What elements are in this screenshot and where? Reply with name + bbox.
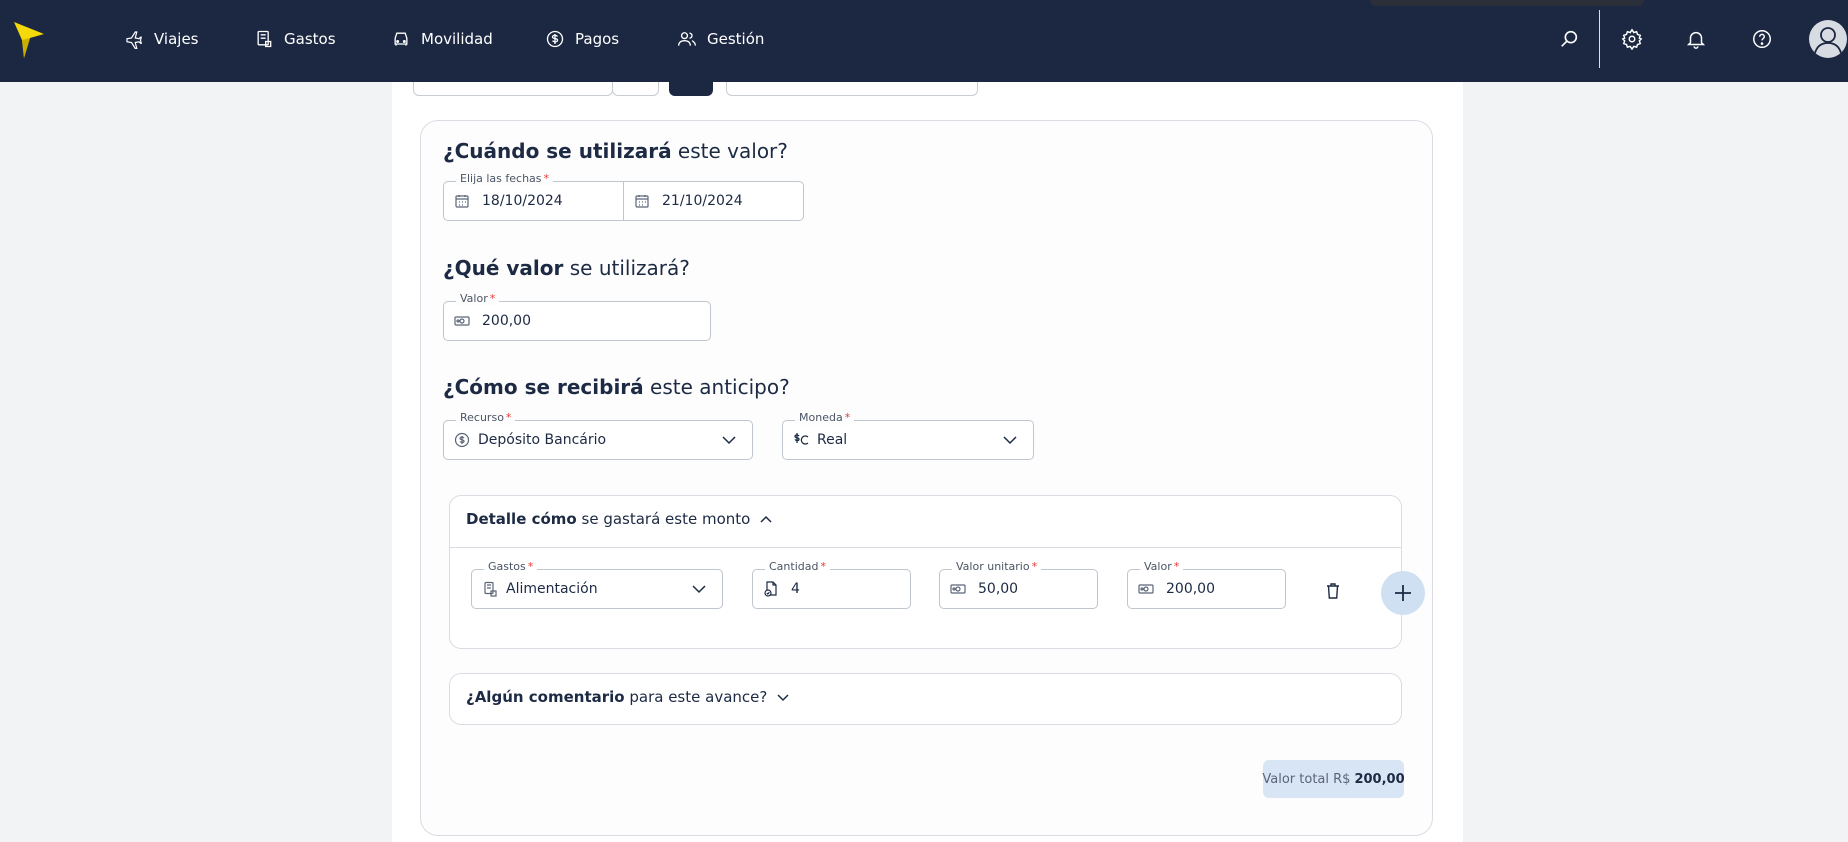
resource-label: Recurso * [456, 411, 516, 425]
dates-label: Elija las fechas * [456, 172, 554, 186]
total-value-badge: Valor total R$ 200,00 [1262, 760, 1405, 798]
value-label: Valor * [456, 292, 500, 306]
trash-icon[interactable] [1322, 580, 1344, 602]
value-input-value: 200,00 [482, 313, 531, 329]
document-check-icon [764, 581, 777, 597]
avatar[interactable] [1809, 20, 1847, 58]
resource-value: Depósito Bancário [478, 432, 607, 448]
currency-select[interactable]: Moneda * Real [782, 411, 1034, 460]
comment-section: ¿Algún comentario para este avance? [449, 673, 1402, 725]
nav-gastos-label: Gastos [284, 30, 336, 48]
calendar-icon [635, 195, 649, 208]
help-icon [1753, 30, 1771, 48]
chevron-down-icon [692, 585, 706, 594]
money-icon [1138, 584, 1154, 594]
plane-icon [126, 31, 143, 49]
bell-icon [1686, 31, 1706, 49]
car-icon [394, 32, 408, 46]
divider [1599, 10, 1600, 68]
form-panel: ¿Cuándo se utilizará este valor? Elija l… [392, 66, 1463, 842]
amount-label: Valor * [1140, 560, 1184, 574]
currency-exchange-icon [794, 433, 809, 445]
total-label: Valor total R$ [1262, 771, 1351, 787]
chevron-down-icon [777, 694, 789, 702]
nav-gestion-label: Gestión [707, 30, 765, 48]
amount-field[interactable]: Valor * 200,00 [1127, 560, 1286, 609]
add-expense-button[interactable] [1381, 571, 1425, 615]
notifications-button[interactable] [1681, 24, 1711, 54]
end-date-field[interactable]: 21/10/2024 [623, 181, 804, 221]
when-title-rest: este valor? [671, 139, 788, 163]
user-icon [1814, 27, 1842, 54]
nav-viajes[interactable]: Viajes [124, 24, 199, 54]
money-icon [950, 584, 966, 594]
chevron-down-icon [722, 436, 736, 445]
dollar-circle-icon [454, 432, 470, 448]
nav-viajes-label: Viajes [154, 30, 199, 48]
detail-title: Detalle cómo se gastará este monto [466, 510, 751, 528]
unit-value-field[interactable]: Valor unitario * 50,00 [939, 560, 1098, 609]
value-title-bold: ¿Qué valor [443, 256, 564, 280]
nav-movilidad-label: Movilidad [421, 30, 493, 48]
currency-value: Real [817, 432, 848, 448]
value-field[interactable]: Valor * 200,00 [443, 292, 711, 341]
nav-movilidad[interactable]: Movilidad [391, 24, 493, 54]
chevron-up-icon [760, 515, 772, 523]
chevron-down-icon [1003, 436, 1017, 445]
expense-type-select[interactable]: Gastos * Alimentación [471, 560, 723, 609]
value-section-title: ¿Qué valor se utilizará? [443, 256, 690, 280]
when-title-bold: ¿Cuándo se utilizará [443, 139, 672, 163]
help-button[interactable] [1747, 24, 1777, 54]
expense-type-label: Gastos * [484, 560, 538, 574]
when-section-title: ¿Cuándo se utilizará este valor? [443, 139, 788, 163]
divider [450, 547, 1401, 548]
comment-title: ¿Algún comentario para este avance? [466, 688, 768, 706]
how-section-title: ¿Cómo se recibirá este anticipo? [443, 375, 790, 399]
nav-pagos-label: Pagos [575, 30, 620, 48]
expense-detail-toggle[interactable]: Detalle cómo se gastará este monto [466, 510, 774, 528]
comment-toggle[interactable]: ¿Algún comentario para este avance? [466, 688, 791, 706]
search-icon [1561, 30, 1578, 47]
calendar-icon [455, 195, 469, 208]
amount-value: 200,00 [1166, 581, 1215, 597]
top-navigation-bar: Viajes Gastos Movilidad Pagos Gestión [0, 0, 1848, 82]
settings-button[interactable] [1617, 24, 1647, 54]
value-title-rest: se utilizará? [563, 256, 690, 280]
users-icon [678, 32, 696, 46]
start-date-field[interactable]: Elija las fechas * 18/10/2024 [443, 172, 624, 221]
unit-value-label: Valor unitario * [952, 560, 1042, 574]
how-title-rest: este anticipo? [643, 375, 790, 399]
money-icon [454, 316, 470, 326]
currency-label: Moneda * [795, 411, 855, 425]
nav-pagos[interactable]: Pagos [545, 24, 619, 54]
expense-detail-section: Detalle cómo se gastará este monto Gasto… [449, 495, 1425, 649]
quantity-value: 4 [791, 581, 800, 597]
end-date-value: 21/10/2024 [662, 193, 743, 209]
unit-value-value: 50,00 [978, 581, 1019, 597]
total-value: 200,00 [1354, 771, 1405, 787]
quantity-label: Cantidad * [765, 560, 830, 574]
receipt-icon [484, 581, 497, 597]
advance-form-card: ¿Cuándo se utilizará este valor? Elija l… [420, 120, 1433, 836]
gear-icon [1621, 28, 1643, 50]
plus-icon [1395, 585, 1411, 601]
nav-gestion[interactable]: Gestión [677, 24, 764, 54]
tooltip-stub [1370, 0, 1644, 6]
search-button[interactable] [1554, 24, 1584, 54]
expense-type-value: Alimentación [506, 581, 598, 597]
logo-icon[interactable] [12, 20, 46, 60]
resource-select[interactable]: Recurso * Depósito Bancário [443, 411, 753, 460]
nav-gastos[interactable]: Gastos [254, 24, 336, 54]
receipt-icon [257, 30, 272, 48]
quantity-field[interactable]: Cantidad * 4 [752, 560, 911, 609]
start-date-value: 18/10/2024 [482, 193, 563, 209]
how-title-bold: ¿Cómo se recibirá [443, 375, 644, 399]
dollar-circle-icon [546, 30, 564, 48]
